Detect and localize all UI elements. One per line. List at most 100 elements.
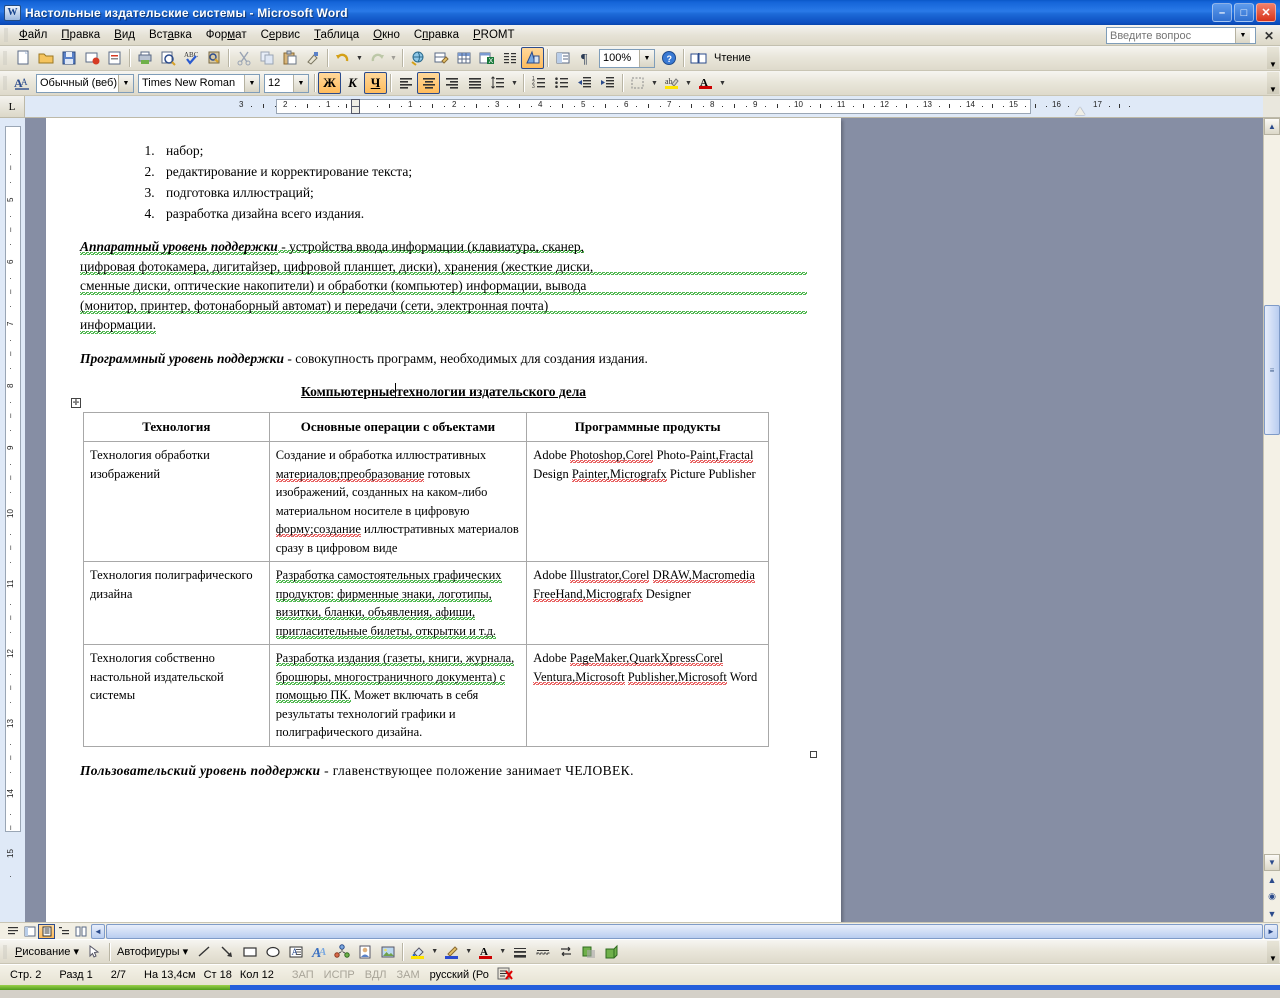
reading-layout-icon[interactable]: [687, 47, 710, 69]
toolbar-options-icon[interactable]: ▼: [1267, 940, 1279, 963]
arrow-style-icon[interactable]: [554, 941, 577, 963]
tables-and-borders-icon[interactable]: [429, 47, 452, 69]
hanging-indent-marker[interactable]: [351, 106, 360, 114]
bold-button[interactable]: Ж: [318, 72, 341, 94]
document-page[interactable]: набор; редактирование и корректирование …: [46, 118, 841, 922]
italic-button[interactable]: К: [341, 72, 364, 94]
3d-style-icon[interactable]: [600, 941, 623, 963]
paste-clipboard-icon[interactable]: [278, 47, 301, 69]
shadow-style-icon[interactable]: [577, 941, 600, 963]
insert-picture-icon[interactable]: [376, 941, 399, 963]
scroll-left-button[interactable]: ◄: [91, 923, 105, 939]
draw-menu-button[interactable]: РРисованиеисование ▾: [11, 945, 83, 958]
cell-operations[interactable]: Создание и обработка иллюстративных мате…: [268, 441, 528, 562]
font-color-dropdown-icon[interactable]: ▼: [497, 941, 508, 963]
undo-dropdown-icon[interactable]: ▼: [354, 47, 365, 69]
status-rec[interactable]: ЗАП: [292, 969, 314, 981]
select-objects-arrow-icon[interactable]: [83, 941, 106, 963]
menu-item-help[interactable]: Справка: [407, 27, 466, 43]
document-area[interactable]: набор; редактирование и корректирование …: [25, 118, 1263, 922]
drawing-icon[interactable]: [521, 47, 544, 69]
autoshapes-menu-button[interactable]: Автофигуры ▾: [113, 945, 192, 958]
microsoft-word-help-icon[interactable]: ?: [657, 47, 680, 69]
scroll-right-button[interactable]: ►: [1264, 923, 1278, 939]
mail-recipient-icon[interactable]: [80, 47, 103, 69]
reading-label[interactable]: Чтение: [710, 52, 755, 64]
outline-view-icon[interactable]: [55, 924, 72, 939]
new-document-icon[interactable]: [11, 47, 34, 69]
next-page-button[interactable]: ▼: [1264, 905, 1280, 922]
menu-item-table[interactable]: Таблица: [307, 27, 366, 43]
table-row[interactable]: Технология обработки изображений Создани…: [83, 441, 769, 562]
cell-technology[interactable]: Технология полиграфического дизайна: [83, 561, 270, 645]
scroll-down-button[interactable]: ▼: [1264, 854, 1280, 871]
line-spacing-dropdown-icon[interactable]: ▼: [509, 72, 520, 94]
rectangle-icon[interactable]: [238, 941, 261, 963]
highlight-color-icon[interactable]: ab: [660, 72, 683, 94]
copy-icon[interactable]: [255, 47, 278, 69]
redo-dropdown-icon[interactable]: ▼: [388, 47, 399, 69]
redo-arrow-icon[interactable]: [365, 47, 388, 69]
scroll-up-button[interactable]: ▲: [1264, 118, 1280, 135]
show-formatting-marks-icon[interactable]: ¶: [574, 47, 597, 69]
formatting-toolbar-grip[interactable]: [3, 76, 7, 90]
print-preview-icon[interactable]: [156, 47, 179, 69]
standard-toolbar-grip[interactable]: [3, 51, 7, 65]
spelling-check-icon[interactable]: ABC: [179, 47, 202, 69]
menu-item-tools[interactable]: Сервис: [254, 27, 307, 43]
status-language[interactable]: русский (Ро: [430, 969, 489, 981]
underline-button[interactable]: Ч: [364, 72, 387, 94]
scroll-track-lower[interactable]: [1264, 435, 1280, 854]
scroll-track-upper[interactable]: [1264, 135, 1280, 305]
borders-icon[interactable]: [626, 72, 649, 94]
ask-a-question-box[interactable]: ▼: [1106, 27, 1256, 44]
fill-color-dropdown-icon[interactable]: ▼: [429, 941, 440, 963]
insert-excel-sheet-icon[interactable]: X: [475, 47, 498, 69]
align-center-icon[interactable]: [417, 72, 440, 94]
permission-icon[interactable]: [103, 47, 126, 69]
menu-grip-handle[interactable]: [4, 28, 8, 42]
diagram-icon[interactable]: [330, 941, 353, 963]
cell-products[interactable]: Adobe Photoshop,Corel Photo-Paint,Fracta…: [526, 441, 769, 562]
line-spacing-icon[interactable]: [486, 72, 509, 94]
toolbar-options-icon[interactable]: ▼: [1267, 47, 1279, 69]
normal-view-icon[interactable]: [4, 924, 21, 939]
ask-a-question-input[interactable]: [1107, 28, 1235, 43]
page-content[interactable]: набор; редактирование и корректирование …: [46, 118, 841, 781]
font-combo[interactable]: Times New Roman ▼: [138, 73, 260, 93]
vertical-scrollbar[interactable]: ▲ ≡ ▼ ▲ ◉ ▼: [1263, 118, 1280, 922]
minimize-button[interactable]: –: [1212, 3, 1232, 22]
font-size-combo[interactable]: 12 ▼: [264, 73, 309, 93]
insert-table-icon[interactable]: [452, 47, 475, 69]
menu-item-insert[interactable]: Вставка: [142, 27, 199, 43]
undo-arrow-icon[interactable]: [331, 47, 354, 69]
chevron-down-icon[interactable]: ▼: [244, 74, 259, 92]
print-icon[interactable]: [133, 47, 156, 69]
style-combo[interactable]: Обычный (веб) ▼: [36, 73, 134, 93]
table-move-handle[interactable]: ✛: [71, 397, 81, 408]
highlight-dropdown-icon[interactable]: ▼: [683, 72, 694, 94]
chevron-down-icon[interactable]: ▼: [293, 74, 308, 92]
toolbar-options-icon[interactable]: ▼: [1267, 72, 1279, 94]
wordart-icon[interactable]: AA: [307, 941, 330, 963]
status-track-changes[interactable]: ИСПР: [324, 969, 355, 981]
oval-icon[interactable]: [261, 941, 284, 963]
zoom-combo[interactable]: 100% ▼: [599, 48, 655, 68]
vertical-ruler[interactable]: · – · 5 · – · 6 · – · 7 · – · 8 · – · 9 …: [0, 118, 25, 922]
scroll-thumb[interactable]: ≡: [1264, 305, 1280, 435]
font-color-icon[interactable]: A: [474, 941, 497, 963]
right-indent-marker[interactable]: [1075, 107, 1085, 115]
document-map-icon[interactable]: [551, 47, 574, 69]
menu-item-format[interactable]: Формат: [199, 27, 254, 43]
cut-scissors-icon[interactable]: [232, 47, 255, 69]
decrease-indent-icon[interactable]: [573, 72, 596, 94]
research-icon[interactable]: [202, 47, 225, 69]
align-right-icon[interactable]: [440, 72, 463, 94]
insert-hyperlink-icon[interactable]: [406, 47, 429, 69]
horizontal-scroll-thumb[interactable]: [106, 923, 1263, 939]
menu-item-window[interactable]: Окно: [366, 27, 407, 43]
format-painter-icon[interactable]: [301, 47, 324, 69]
fill-color-icon[interactable]: [406, 941, 429, 963]
status-overtype[interactable]: ЗАМ: [397, 969, 420, 981]
close-button[interactable]: ✕: [1256, 3, 1276, 22]
